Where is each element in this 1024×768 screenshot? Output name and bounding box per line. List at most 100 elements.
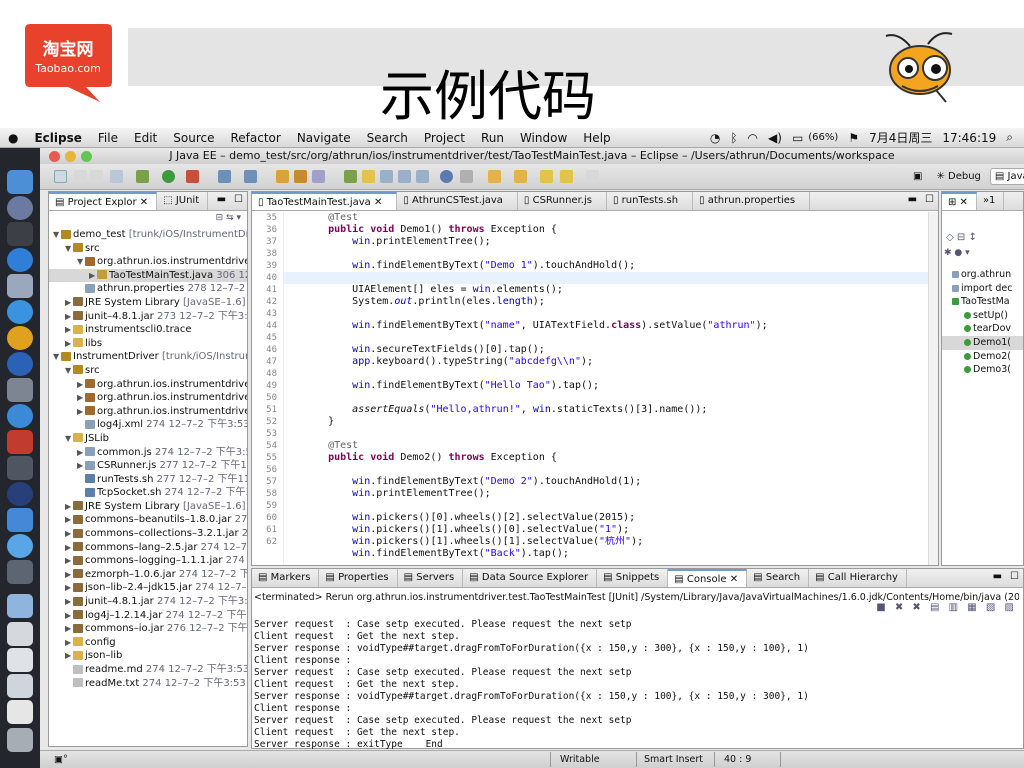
pin-console-icon[interactable]: ▦ <box>967 602 979 613</box>
menu-search[interactable]: Search <box>359 131 416 145</box>
open-type-icon[interactable] <box>276 170 289 183</box>
new-icon[interactable] <box>54 170 67 183</box>
system-preferences-icon[interactable] <box>7 352 33 376</box>
menu-app[interactable]: Eclipse <box>26 131 89 145</box>
open-perspective-icon[interactable]: ▣ <box>908 168 927 185</box>
expand-arrow-icon[interactable]: ▶ <box>65 554 73 568</box>
open-task-icon[interactable] <box>294 170 307 183</box>
terminate-icon[interactable]: ■ <box>876 602 888 613</box>
expand-arrow-icon[interactable]: ▼ <box>53 350 61 364</box>
close-tab-icon[interactable]: ✕ <box>371 197 382 208</box>
remove-launch-icon[interactable]: ✖ <box>895 602 906 613</box>
tree-item[interactable]: ▶ ezmorph–1.0.6.jar 274 12–7–2 下午 <box>49 568 247 582</box>
expand-arrow-icon[interactable]: ▶ <box>77 391 85 405</box>
tab-outline[interactable]: ⊞ ✕ <box>942 192 977 210</box>
safari-icon[interactable] <box>7 300 33 324</box>
launchpad-icon[interactable] <box>7 196 33 220</box>
display-console-icon[interactable]: ▧ <box>986 602 998 613</box>
save-all-icon[interactable] <box>90 170 103 183</box>
clear-console-icon[interactable]: ▤ <box>930 602 942 613</box>
bottom-tab[interactable]: ▤ Properties <box>319 569 398 587</box>
tree-item[interactable]: log4j.xml 274 12–7–2 下午3:53 <box>49 418 247 432</box>
hide-local-icon[interactable]: ● <box>954 248 962 258</box>
bottom-tab[interactable]: ▤ Search <box>747 569 810 587</box>
expand-arrow-icon[interactable]: ▶ <box>65 649 73 663</box>
outline-item[interactable]: import dec <box>942 282 1023 296</box>
link-icon[interactable] <box>460 170 473 183</box>
wifi-icon[interactable]: ◠ <box>743 131 763 145</box>
bottom-tab[interactable]: ▤ Servers <box>398 569 464 587</box>
photo-booth-icon[interactable] <box>7 430 33 454</box>
tree-item[interactable]: ▶ commons–logging–1.1.1.jar 274 12 <box>49 554 247 568</box>
tree-item[interactable]: ▼ JSLib <box>49 432 247 446</box>
expand-arrow-icon[interactable]: ▶ <box>65 513 73 527</box>
new-class-icon[interactable] <box>244 170 257 183</box>
maximize-icon[interactable]: ☐ <box>230 192 247 210</box>
apple-icon[interactable]: ● <box>0 131 26 145</box>
print-icon[interactable] <box>110 170 123 183</box>
close-tab-icon[interactable]: ✕ <box>727 574 738 585</box>
open-console-icon[interactable]: ▨ <box>1005 602 1017 613</box>
outline-item[interactable]: Demo2( <box>942 350 1023 364</box>
tree-item[interactable]: ▶ org.athrun.ios.instrumentdriver.c <box>49 391 247 405</box>
editor-minimize-icon[interactable]: ▬ <box>904 192 921 210</box>
tree-item[interactable]: ▶ junit–4.8.1.jar 274 12–7–2 下午3:5 <box>49 595 247 609</box>
tree-item[interactable]: ▼ InstrumentDriver [trunk/iOS/Instrumen <box>49 350 247 364</box>
downloads-icon[interactable] <box>7 674 33 698</box>
minimize-window-button[interactable] <box>65 151 76 162</box>
new-server-icon[interactable] <box>218 170 231 183</box>
link-editor-icon[interactable]: ⇆ <box>226 213 234 223</box>
hide-static-icon[interactable]: ↕ <box>968 232 976 243</box>
expand-arrow-icon[interactable]: ▶ <box>65 636 73 650</box>
tab-junit[interactable]: ⬚ JUnit <box>157 192 209 210</box>
tree-item[interactable]: ▶ commons–io.jar 276 12–7–2 下午6: <box>49 622 247 636</box>
mission-control-icon[interactable] <box>7 222 33 246</box>
expand-arrow-icon[interactable]: ▼ <box>65 242 73 256</box>
bluetooth-icon[interactable]: ᛒ <box>725 131 742 145</box>
tree-item[interactable]: ▶ commons–beanutils–1.8.0.jar 274 <box>49 513 247 527</box>
expand-arrow-icon[interactable]: ▶ <box>65 500 73 514</box>
outline-item[interactable]: setUp() <box>942 309 1023 323</box>
tree-item[interactable]: ▼ org.athrun.ios.instrumentdriver.t <box>49 255 247 269</box>
menubar-date[interactable]: 7月4日周三 <box>864 129 937 146</box>
menu-navigate[interactable]: Navigate <box>289 131 359 145</box>
minimize-icon[interactable]: ▬ <box>213 192 230 210</box>
toggle-mark-icon[interactable] <box>344 170 357 183</box>
battery-icon[interactable]: ▭ <box>787 131 808 145</box>
outline-item[interactable]: Demo3( <box>942 363 1023 377</box>
outline-item[interactable]: TaoTestMa <box>942 295 1023 309</box>
run-icon[interactable] <box>162 170 175 183</box>
menu-window[interactable]: Window <box>512 131 575 145</box>
hide-nonpublic-icon[interactable]: ✱ <box>944 248 952 258</box>
finder-icon[interactable] <box>7 170 33 194</box>
menu-help[interactable]: Help <box>575 131 618 145</box>
last-edit-icon[interactable] <box>540 170 553 183</box>
eclipse-icon[interactable] <box>7 482 33 506</box>
console-maximize-icon[interactable]: ☐ <box>1006 569 1023 587</box>
menu-file[interactable]: File <box>90 131 126 145</box>
flag-icon[interactable]: ⚑ <box>843 131 864 145</box>
facetime-icon[interactable] <box>7 378 33 402</box>
tree-item[interactable]: ▶ org.athrun.ios.instrumentdriver <box>49 378 247 392</box>
editor-tab[interactable]: ▯ CSRunner.js <box>518 192 607 210</box>
tree-item[interactable]: readme.md 274 12–7–2 下午3:53 t <box>49 663 247 677</box>
search-toolbar-icon[interactable] <box>312 170 325 183</box>
block-select-icon[interactable] <box>398 170 411 183</box>
outline-item[interactable]: Demo1( <box>942 335 1023 350</box>
perspective-debug[interactable]: ✳ Debug <box>931 168 985 185</box>
tree-item[interactable]: ▶ JRE System Library [JavaSE–1.6] <box>49 296 247 310</box>
terminal-icon[interactable] <box>7 456 33 480</box>
expand-arrow-icon[interactable]: ▶ <box>77 378 85 392</box>
applications-folder-icon[interactable] <box>7 594 33 618</box>
xcode-icon[interactable] <box>7 508 33 532</box>
scroll-lock-icon[interactable]: ▥ <box>949 602 961 613</box>
previous-annotation-icon[interactable] <box>514 170 527 183</box>
tree-item[interactable]: ▶ log4j–1.2.14.jar 274 12–7–2 下午3 <box>49 609 247 623</box>
tree-item[interactable]: athrun.properties 278 12–7–2 T <box>49 282 247 296</box>
back-icon[interactable] <box>560 170 573 183</box>
bottom-tab[interactable]: ▤ Call Hierarchy <box>809 569 907 587</box>
expand-arrow-icon[interactable]: ▶ <box>89 269 97 283</box>
tree-item[interactable]: ▶ commons–collections–3.2.1.jar 274 <box>49 527 247 541</box>
editor-tab[interactable]: ▯ athrun.properties <box>693 192 811 210</box>
trash-icon[interactable] <box>7 728 33 752</box>
